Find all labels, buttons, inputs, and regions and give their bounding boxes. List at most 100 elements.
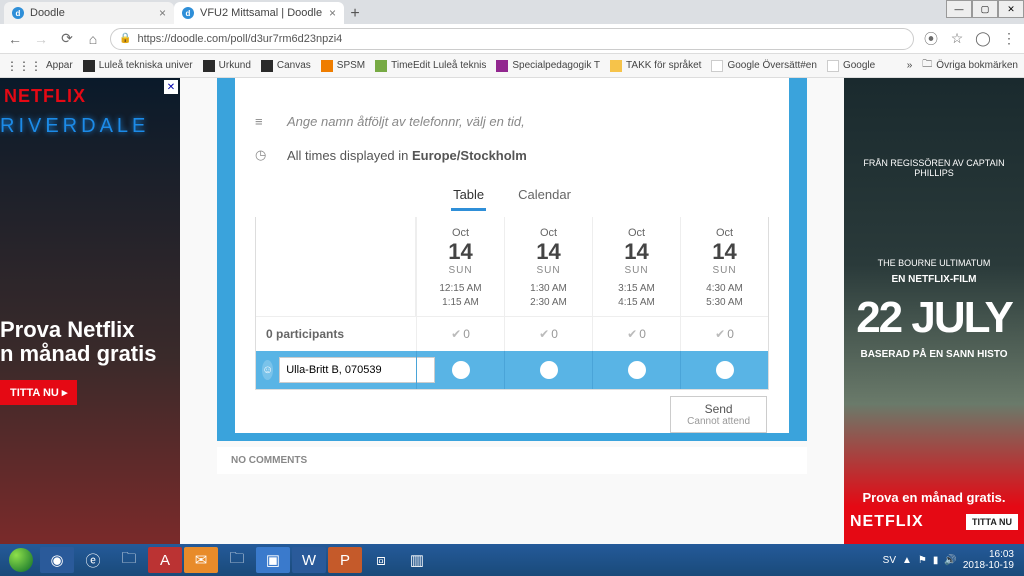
name-input[interactable] bbox=[279, 357, 435, 383]
tz-value[interactable]: Europe/Stockholm bbox=[412, 148, 527, 163]
close-icon[interactable]: × bbox=[329, 6, 336, 20]
bookmark-label: Luleå tekniska univer bbox=[99, 60, 193, 71]
new-tab-button[interactable]: + bbox=[344, 4, 366, 24]
back-button[interactable]: ← bbox=[6, 31, 24, 47]
slot-dow: SUN bbox=[505, 265, 592, 276]
taskbar-app-word[interactable]: W bbox=[292, 547, 326, 573]
time-slot: Oct 14 SUN 4:30 AM5:30 AM bbox=[680, 217, 768, 316]
table-corner bbox=[256, 217, 416, 316]
slot-day: 14 bbox=[505, 239, 592, 265]
bookmarks-bar: ⋮⋮⋮Appar Luleå tekniska univer Urkund Ca… bbox=[0, 54, 1024, 78]
url-input[interactable]: 🔒 https://doodle.com/poll/d3ur7rm6d23npz… bbox=[110, 28, 914, 50]
taskbar-app-adobe[interactable]: A bbox=[148, 547, 182, 573]
bookmark-item[interactable]: Google bbox=[827, 60, 875, 72]
description-icon: ≡ bbox=[255, 114, 271, 129]
bookmark-icon bbox=[261, 60, 273, 72]
bookmark-label: Canvas bbox=[277, 60, 311, 71]
tray-icon[interactable]: ⚑ bbox=[918, 555, 927, 566]
bookmark-item[interactable]: SPSM bbox=[321, 60, 365, 72]
forward-button: → bbox=[32, 31, 50, 47]
folder-icon: 🗀 bbox=[922, 57, 932, 74]
radio-icon bbox=[628, 361, 646, 379]
taskbar-app-powerpoint[interactable]: P bbox=[328, 547, 362, 573]
radio-icon bbox=[716, 361, 734, 379]
browser-tab-poll[interactable]: d VFU2 Mittsamal | Doodle × bbox=[174, 2, 344, 24]
check-icon: ✔ bbox=[451, 327, 461, 341]
bookmark-item[interactable]: Luleå tekniska univer bbox=[83, 60, 193, 72]
network-icon[interactable]: ▮ bbox=[933, 555, 939, 566]
send-button[interactable]: Send Cannot attend bbox=[670, 396, 767, 433]
taskbar-app-chrome[interactable]: ◉ bbox=[40, 547, 74, 573]
start-button[interactable] bbox=[4, 547, 38, 573]
slot-month: Oct bbox=[593, 227, 680, 239]
url-bar-row: ← → ⟳ ⌂ 🔒 https://doodle.com/poll/d3ur7r… bbox=[0, 24, 1024, 54]
vote-option[interactable] bbox=[680, 351, 768, 389]
language-indicator[interactable]: SV bbox=[883, 555, 896, 566]
time-slot: Oct 14 SUN 12:15 AM1:15 AM bbox=[416, 217, 504, 316]
menu-icon[interactable]: ⋮ bbox=[1000, 30, 1018, 47]
window-close[interactable]: ✕ bbox=[998, 0, 1024, 18]
slot-dow: SUN bbox=[681, 265, 768, 276]
taskbar-app[interactable]: ▥ bbox=[400, 547, 434, 573]
radio-icon bbox=[540, 361, 558, 379]
clock-date[interactable]: 2018-10-19 bbox=[963, 560, 1014, 571]
profile-icon[interactable]: ◯ bbox=[974, 30, 992, 47]
home-button[interactable]: ⌂ bbox=[84, 31, 102, 47]
bookmark-icon bbox=[827, 60, 839, 72]
vote-option[interactable] bbox=[504, 351, 592, 389]
bookmark-item[interactable]: TAKK för språket bbox=[610, 60, 701, 72]
bookmark-label: TimeEdit Luleå teknis bbox=[391, 60, 486, 71]
slot-dow: SUN bbox=[593, 265, 680, 276]
apps-button[interactable]: ⋮⋮⋮Appar bbox=[6, 59, 73, 73]
other-bookmarks[interactable]: 🗀Övriga bokmärken bbox=[922, 57, 1018, 74]
slot-time: 4:30 AM bbox=[681, 282, 768, 296]
close-ad-icon[interactable]: ✕ bbox=[164, 80, 178, 94]
taskbar-app-explorer[interactable]: 🗀 bbox=[112, 547, 146, 573]
taskbar-app-ie[interactable]: ⓔ bbox=[76, 547, 110, 573]
bookmark-item[interactable]: Canvas bbox=[261, 60, 311, 72]
bookmark-item[interactable]: Urkund bbox=[203, 60, 251, 72]
clock-icon: ◷ bbox=[255, 147, 271, 163]
ad-headline: Prova Netflix n månad gratis bbox=[0, 318, 180, 366]
poll-table: Oct 14 SUN 12:15 AM1:15 AM Oct 14 SUN 1:… bbox=[255, 217, 769, 390]
tab-table[interactable]: Table bbox=[451, 181, 486, 211]
taskbar-app-folder[interactable]: 🗀 bbox=[220, 547, 254, 573]
bookmark-icon bbox=[375, 60, 387, 72]
ad-cta-button[interactable]: TITTA NU bbox=[966, 514, 1018, 530]
close-icon[interactable]: × bbox=[159, 6, 166, 20]
ad-right[interactable]: FRÅN REGISSÖREN AV CAPTAIN PHILLIPS THE … bbox=[844, 78, 1024, 544]
slot-time: 1:30 AM bbox=[505, 282, 592, 296]
bookmark-item[interactable]: TimeEdit Luleå teknis bbox=[375, 60, 486, 72]
taskbar-app-outlook[interactable]: ✉ bbox=[184, 547, 218, 573]
bookmark-label: TAKK för språket bbox=[626, 60, 701, 71]
participants-label: 0 participants bbox=[256, 317, 416, 351]
netflix-logo: NETFLIX bbox=[850, 513, 924, 531]
slot-month: Oct bbox=[417, 227, 504, 239]
star-icon[interactable]: ☆ bbox=[948, 30, 966, 47]
vote-option[interactable] bbox=[416, 351, 504, 389]
ad-show-title: RIVERDALE bbox=[0, 115, 180, 138]
bookmark-item[interactable]: Google Översätt#en bbox=[711, 60, 817, 72]
taskbar-app-dropbox[interactable]: ⧈ bbox=[364, 547, 398, 573]
tab-calendar[interactable]: Calendar bbox=[516, 181, 573, 211]
window-maximize[interactable]: ▢ bbox=[972, 0, 998, 18]
translate-icon[interactable]: ⦿ bbox=[922, 29, 940, 49]
clock-time[interactable]: 16:03 bbox=[963, 549, 1014, 560]
window-minimize[interactable]: — bbox=[946, 0, 972, 18]
radio-icon bbox=[452, 361, 470, 379]
bookmark-item[interactable]: Specialpedagogik T bbox=[496, 60, 600, 72]
volume-icon[interactable]: 🔊 bbox=[944, 555, 956, 566]
ad-left[interactable]: ✕ NETFLIX RIVERDALE Prova Netflix n måna… bbox=[0, 78, 180, 544]
bookmark-overflow[interactable]: » bbox=[907, 60, 913, 71]
taskbar-app-zoom[interactable]: ▣ bbox=[256, 547, 290, 573]
ad-text: THE BOURNE ULTIMATUM bbox=[844, 258, 1024, 268]
tray-icon[interactable]: ▲ bbox=[902, 555, 912, 566]
browser-tab-doodle[interactable]: d Doodle × bbox=[4, 2, 174, 24]
ad-cta-button[interactable]: TITTA NU ▸ bbox=[0, 380, 77, 405]
ad-text: EN NETFLIX-FILM bbox=[844, 274, 1024, 285]
slot-day: 14 bbox=[681, 239, 768, 265]
favicon-icon: d bbox=[12, 7, 24, 19]
slot-month: Oct bbox=[681, 227, 768, 239]
reload-button[interactable]: ⟳ bbox=[58, 30, 76, 47]
vote-option[interactable] bbox=[592, 351, 680, 389]
